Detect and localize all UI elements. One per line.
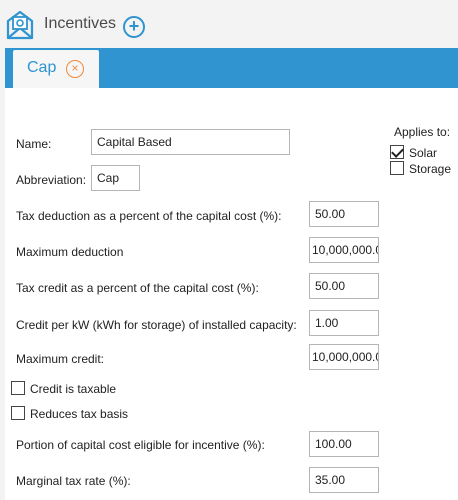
credit-taxable-label: Credit is taxable: [30, 382, 117, 396]
name-label: Name:: [16, 137, 52, 151]
tax-credit-percent-field[interactable]: 50.00: [309, 273, 379, 299]
header-bar: Incentives +: [0, 0, 458, 48]
add-incentive-button[interactable]: +: [123, 16, 145, 38]
marginal-tax-rate-label: Marginal tax rate (%):: [16, 474, 131, 488]
eligible-portion-field[interactable]: 100.00: [309, 431, 379, 457]
marginal-tax-rate-field[interactable]: 35.00: [309, 467, 379, 493]
eligible-portion-label: Portion of capital cost eligible for inc…: [16, 438, 265, 452]
abbreviation-field[interactable]: Cap: [91, 165, 140, 191]
plus-icon: +: [128, 16, 140, 36]
tab-label: Cap: [27, 59, 57, 76]
credit-taxable-checkbox[interactable]: [11, 381, 25, 395]
maximum-credit-label: Maximum credit:: [16, 352, 105, 366]
credit-per-kw-label: Credit per kW (kWh for storage) of insta…: [16, 318, 297, 332]
name-field[interactable]: Capital Based: [91, 129, 290, 155]
tab-bar: Cap ×: [5, 48, 458, 88]
solar-checkbox[interactable]: [390, 145, 404, 159]
incentive-form: Name: Capital Based Abbreviation: Cap Ap…: [5, 88, 458, 500]
abbreviation-label: Abbreviation:: [16, 173, 87, 187]
tab-cap[interactable]: Cap ×: [13, 50, 99, 88]
maximum-deduction-label: Maximum deduction: [16, 245, 124, 259]
storage-label: Storage: [409, 162, 452, 176]
incentive-money-icon: [6, 10, 34, 40]
reduces-tax-basis-label: Reduces tax basis: [30, 407, 129, 421]
close-tab-button[interactable]: ×: [66, 60, 84, 78]
tax-deduction-percent-label: Tax deduction as a percent of the capita…: [16, 209, 282, 223]
tax-deduction-percent-field[interactable]: 50.00: [309, 201, 379, 227]
storage-checkbox[interactable]: [390, 161, 404, 175]
applies-to-label: Applies to:: [394, 125, 451, 139]
maximum-deduction-field[interactable]: 10,000,000.0: [309, 237, 379, 263]
reduces-tax-basis-checkbox[interactable]: [11, 406, 25, 420]
credit-per-kw-field[interactable]: 1.00: [309, 310, 379, 336]
tax-credit-percent-label: Tax credit as a percent of the capital c…: [16, 281, 259, 295]
page-title: Incentives: [44, 15, 117, 32]
solar-label: Solar: [409, 146, 438, 160]
close-icon: ×: [71, 61, 79, 75]
maximum-credit-field[interactable]: 10,000,000.0: [309, 344, 379, 370]
